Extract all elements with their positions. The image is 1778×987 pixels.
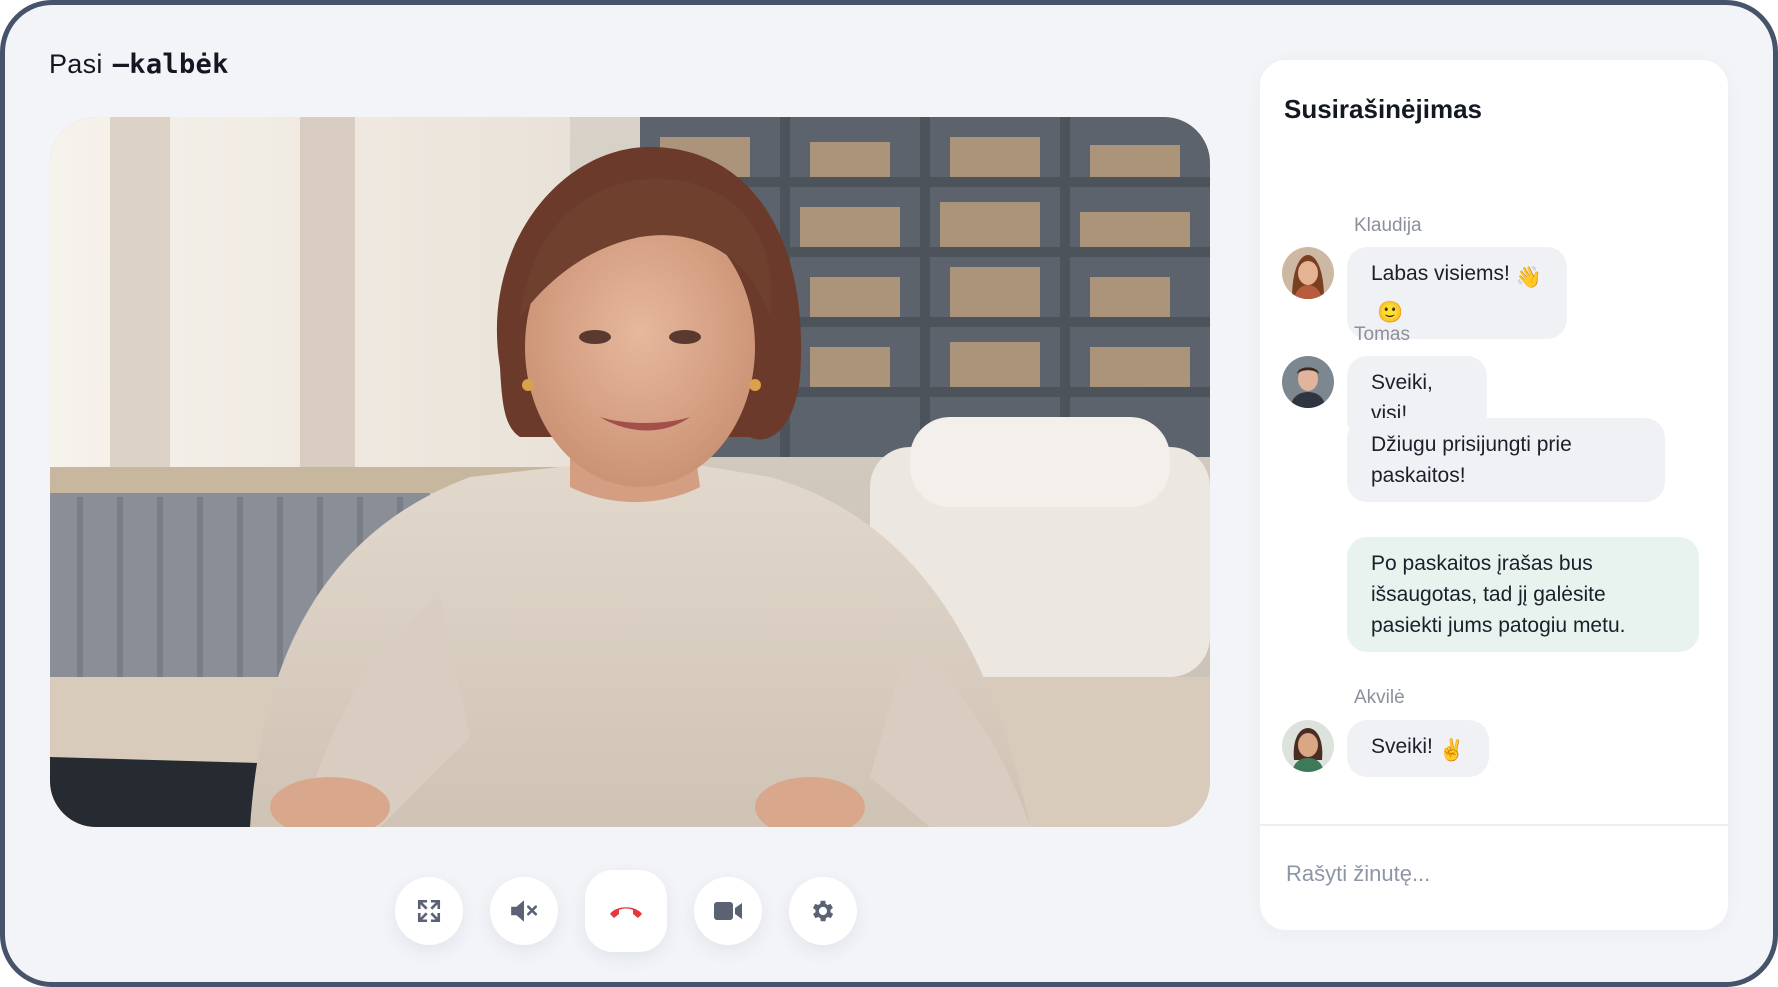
chat-title: Susirašinėjimas xyxy=(1284,94,1482,124)
video-camera-icon xyxy=(714,902,742,920)
avatar-tomas xyxy=(1282,356,1334,408)
gear-icon xyxy=(812,900,834,922)
settings-button[interactable] xyxy=(789,877,857,945)
speaker-video-image xyxy=(50,117,1210,827)
expand-icon xyxy=(417,899,441,923)
call-controls xyxy=(395,870,857,952)
own-message-bubble: Po paskaitos įrašas bus išsaugotas, tad … xyxy=(1347,537,1699,652)
main-video-feed xyxy=(50,117,1210,827)
speaker-muted-icon xyxy=(511,900,538,922)
app-logo: Pasi –kalbėk xyxy=(49,49,229,80)
message-sender: Akvilė xyxy=(1354,687,1405,708)
message-bubble: Sveiki! ✌️ xyxy=(1347,720,1489,777)
hang-up-button[interactable] xyxy=(585,870,667,952)
message-sender: Tomas xyxy=(1354,324,1410,345)
message-sender: Klaudija xyxy=(1354,215,1422,236)
message-text: Labas visiems! xyxy=(1371,262,1510,285)
message-text: Po paskaitos įrašas bus išsaugotas, tad … xyxy=(1371,552,1626,637)
phone-hangup-icon xyxy=(610,907,642,918)
chat-panel: Susirašinėjimas Klaudija Labas visiems! 👋… xyxy=(1260,60,1728,930)
avatar-klaudija xyxy=(1282,247,1334,299)
camera-button[interactable] xyxy=(694,877,762,945)
fullscreen-button[interactable] xyxy=(395,877,463,945)
mute-button[interactable] xyxy=(490,877,558,945)
message-input[interactable] xyxy=(1284,860,1708,888)
waving-hand-icon: 👋 xyxy=(1515,266,1543,289)
chat-divider xyxy=(1260,824,1728,826)
message-bubble: Džiugu prisijungti prie paskaitos! xyxy=(1347,418,1665,502)
victory-hand-icon: ✌️ xyxy=(1438,739,1466,762)
message-text: Sveiki, visi! xyxy=(1371,371,1433,425)
app-window: Pasi –kalbėk Susirašinėjimas Klaudija La… xyxy=(0,0,1778,987)
message-text: Džiugu prisijungti prie paskaitos! xyxy=(1371,433,1572,487)
message-text: Sveiki! xyxy=(1371,735,1433,758)
logo-text-light: Pasi xyxy=(49,49,103,79)
logo-text-bold: –kalbėk xyxy=(112,49,229,80)
avatar-akvile xyxy=(1282,720,1334,772)
